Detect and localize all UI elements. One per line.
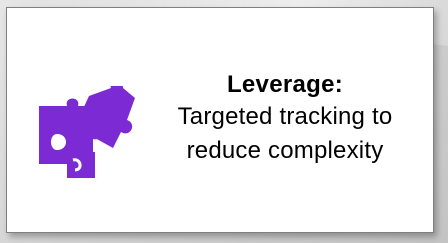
card-title: Leverage:: [226, 71, 344, 98]
leverage-card: Leverage: Targeted tracking to reduce co…: [6, 7, 434, 233]
card-line-2: reduce complexity: [186, 137, 384, 164]
card-line-1: Targeted tracking to: [177, 103, 393, 130]
card-text: Leverage: Targeted tracking to reduce co…: [135, 70, 435, 168]
puzzle-pieces-icon: [37, 81, 141, 186]
